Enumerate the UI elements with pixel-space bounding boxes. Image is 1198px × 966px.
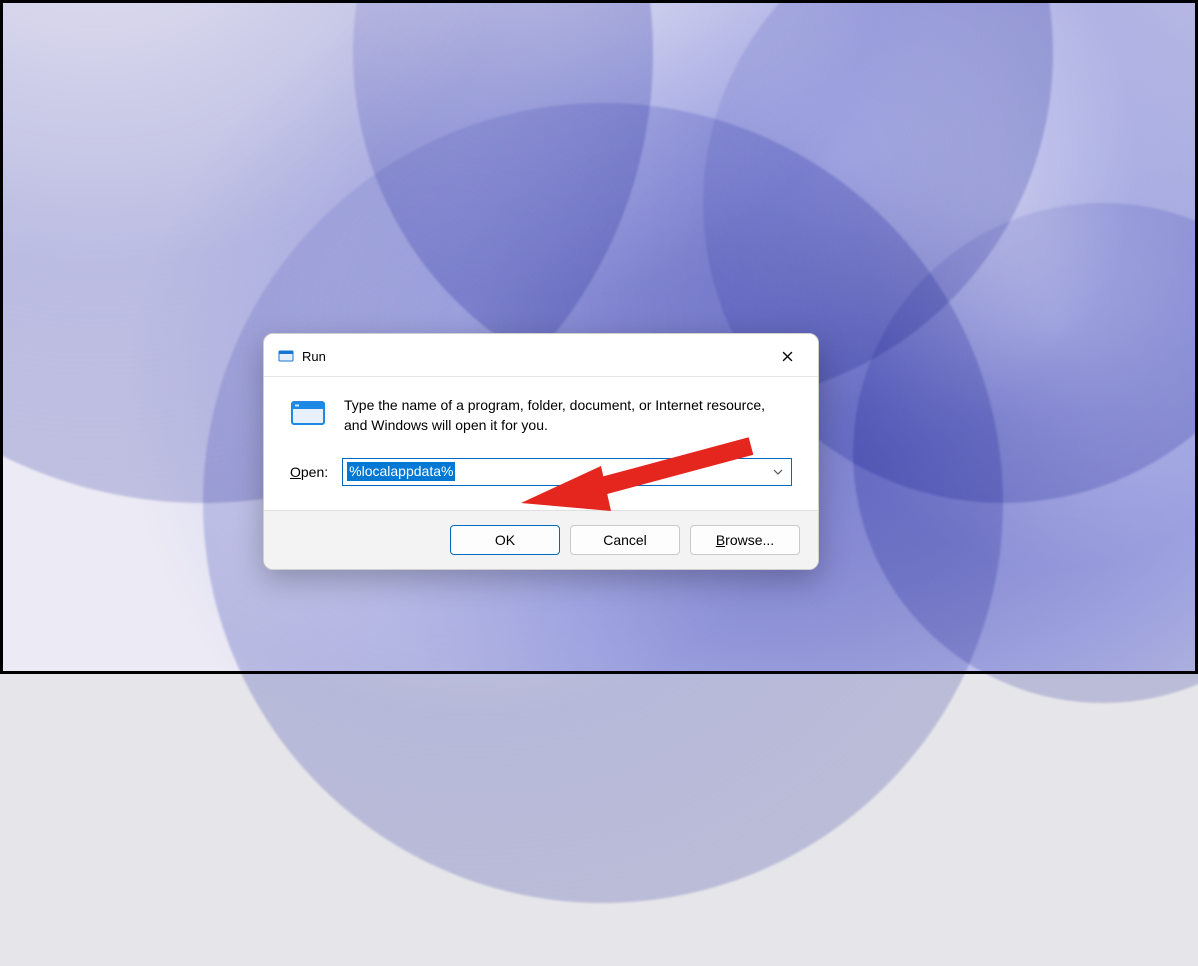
open-input[interactable]: %localappdata%: [343, 459, 765, 485]
titlebar-left: Run: [278, 348, 326, 364]
titlebar: Run: [264, 334, 818, 376]
cancel-button[interactable]: Cancel: [570, 525, 680, 555]
cancel-button-label: Cancel: [603, 532, 647, 548]
open-label-accel: O: [290, 464, 301, 480]
open-row: Open: %localappdata%: [290, 458, 792, 486]
open-combobox[interactable]: %localappdata%: [342, 458, 792, 486]
ok-button[interactable]: OK: [450, 525, 560, 555]
dialog-footer: OK Cancel Browse...: [264, 510, 818, 569]
description-row: Type the name of a program, folder, docu…: [290, 395, 792, 436]
chevron-down-icon[interactable]: [765, 459, 791, 485]
open-input-value: %localappdata%: [347, 462, 455, 481]
open-label: Open:: [290, 464, 328, 480]
dialog-description: Type the name of a program, folder, docu…: [344, 395, 792, 436]
browse-button-accel: B: [716, 532, 725, 548]
dialog-title: Run: [302, 349, 326, 364]
open-label-rest: pen:: [301, 464, 328, 480]
ok-button-label: OK: [495, 532, 515, 548]
browse-button[interactable]: Browse...: [690, 525, 800, 555]
dialog-body: Type the name of a program, folder, docu…: [264, 377, 818, 510]
close-button[interactable]: [770, 342, 804, 370]
run-icon: [278, 348, 294, 364]
run-dialog: Run Type the name of a program, folder, …: [263, 333, 819, 570]
browse-button-rest: rowse...: [725, 532, 774, 548]
run-icon-large: [290, 395, 326, 431]
